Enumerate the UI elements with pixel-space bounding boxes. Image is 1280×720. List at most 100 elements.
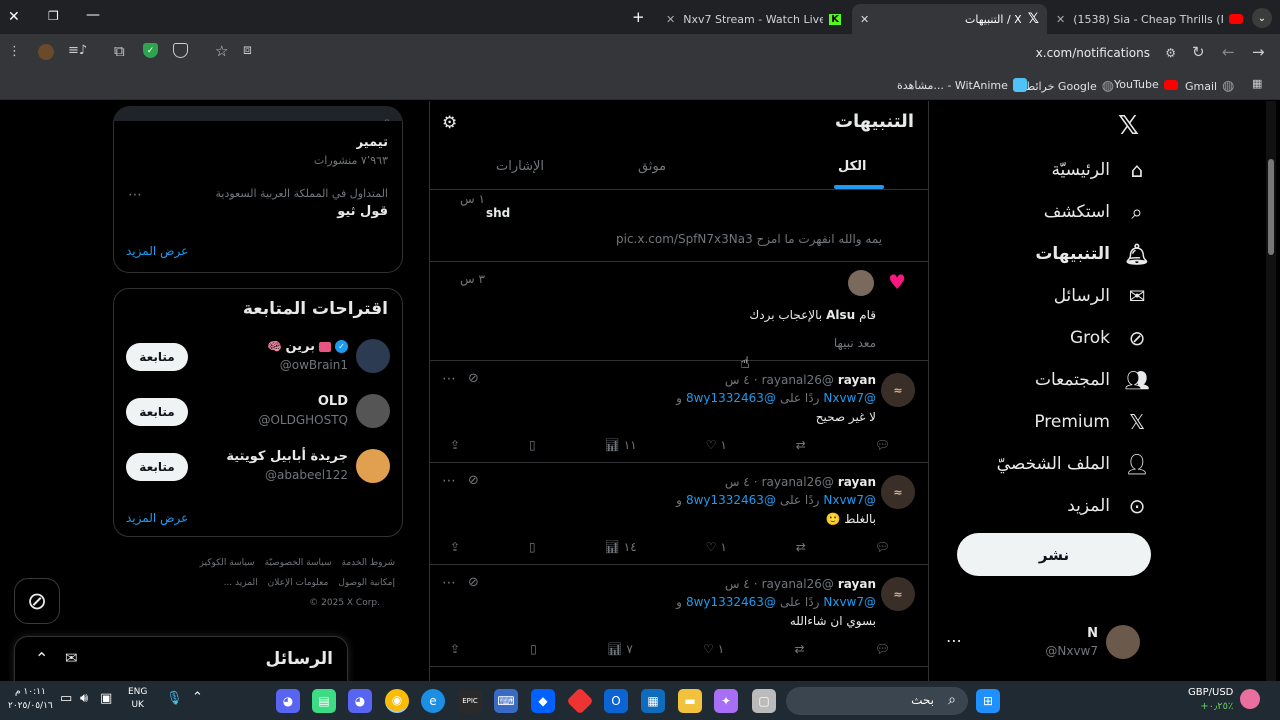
playlist-icon[interactable]: ≡♪ bbox=[68, 43, 87, 58]
more-dots-icon[interactable]: ⋯ bbox=[442, 371, 456, 387]
tab-all[interactable]: الكل bbox=[802, 145, 912, 190]
follow-button[interactable]: متابعة bbox=[126, 398, 188, 426]
follow-button[interactable]: متابعة bbox=[126, 453, 188, 481]
grok-floating-button[interactable]: ⊘ bbox=[14, 578, 60, 624]
app-window-icon[interactable]: ▢ bbox=[752, 689, 776, 713]
grok-icon[interactable]: ⊘ bbox=[468, 473, 479, 488]
url-field[interactable]: x.com/notifications ⚙ bbox=[260, 39, 1190, 67]
footer-link[interactable]: إمكانية الوصول bbox=[338, 573, 395, 593]
restore-window-icon[interactable]: ❐ bbox=[48, 9, 59, 23]
shield-green-icon[interactable]: ✓ bbox=[143, 43, 158, 58]
bookmark-icon[interactable]: ▯ bbox=[529, 438, 536, 452]
trend-name[interactable]: تيمير bbox=[356, 139, 388, 149]
reply-to-link[interactable]: @Nxvw7 bbox=[823, 493, 876, 507]
battery-icon[interactable]: ▭ bbox=[60, 691, 72, 706]
follow-suggestion[interactable]: 🧠︎ برين ✓ @owBrain1 متابعة bbox=[114, 337, 404, 381]
bookmark-icon[interactable]: ▯ bbox=[530, 642, 537, 656]
trend-name[interactable]: قول ثيو bbox=[337, 204, 388, 219]
edge-icon[interactable]: e bbox=[421, 689, 445, 713]
retweet-icon[interactable]: ⇄ bbox=[796, 438, 806, 452]
views-button[interactable]: 📊︎ ١١ bbox=[605, 438, 637, 452]
store-icon[interactable]: ▦ bbox=[641, 689, 665, 713]
close-window-icon[interactable]: ✕ bbox=[8, 9, 20, 25]
outlook-icon[interactable]: O bbox=[604, 689, 628, 713]
nav-grok[interactable]: Grok ⊘ bbox=[1070, 325, 1150, 351]
all-bookmarks-icon[interactable]: ▦ bbox=[1252, 77, 1262, 90]
tab-close-icon[interactable]: ✕ bbox=[666, 13, 675, 26]
tab-x-notifications[interactable]: ✕ التنبيهات / X 𝕏 bbox=[852, 4, 1047, 34]
reply-to-link[interactable]: @8wy1332463 bbox=[686, 595, 776, 609]
file-explorer-icon[interactable]: ▬ bbox=[678, 689, 702, 713]
bookmark-star-icon[interactable]: ☆ bbox=[215, 42, 228, 60]
chrome-icon[interactable]: ◉ bbox=[385, 689, 409, 713]
retweet-icon[interactable]: ⇄ bbox=[796, 540, 806, 554]
settings-gear-icon[interactable]: ⚙ bbox=[442, 113, 457, 133]
like-notification[interactable]: ♥ ٣ س قام Alsu بالإعجاب بردك معد نبيها bbox=[430, 262, 928, 361]
partial-tweet[interactable]: ١ س shd يمه والله انفهرت ما امزح pic.x.c… bbox=[430, 190, 928, 262]
reply-tweet[interactable]: ≈ rayan @rayanal26 · ٤ س @Nxvw7 ردًا على… bbox=[430, 567, 928, 667]
tab-mentions[interactable]: الإشارات bbox=[496, 159, 544, 174]
footer-link[interactable]: شروط الخدمة bbox=[342, 553, 395, 573]
copilot-icon[interactable]: ✦ bbox=[714, 689, 738, 713]
reply-tweet[interactable]: ≈ rayan @rayanal26 · ٤ س @Nxvw7 ردًا على… bbox=[430, 465, 928, 565]
more-dots-icon[interactable]: ⋯ bbox=[128, 187, 142, 203]
expand-up-icon[interactable]: ⌃ bbox=[35, 649, 48, 668]
author-handle[interactable]: @rayanal26 bbox=[762, 373, 834, 387]
reload-icon[interactable]: ↻ bbox=[1192, 43, 1205, 61]
nav-messages[interactable]: الرسائل ✉ bbox=[1054, 283, 1150, 309]
liker-name[interactable]: Alsu bbox=[826, 308, 855, 322]
tab-verified[interactable]: موثق bbox=[638, 159, 666, 174]
new-tab-icon[interactable]: + bbox=[632, 8, 645, 26]
reply-icon[interactable]: 💬︎ bbox=[875, 540, 890, 554]
volume-icon[interactable]: 🔊︎ bbox=[80, 691, 88, 706]
app-red-icon[interactable] bbox=[566, 687, 594, 715]
follow-button[interactable]: متابعة bbox=[126, 343, 188, 371]
more-dots-icon[interactable]: ⋯ bbox=[442, 575, 456, 591]
author-name[interactable]: rayan bbox=[838, 577, 876, 591]
footer-link[interactable]: المزيد ... bbox=[224, 573, 258, 593]
widget-avatar-icon[interactable] bbox=[1240, 689, 1260, 709]
post-button[interactable]: نشر bbox=[957, 533, 1151, 576]
more-dots-icon[interactable]: ⋯ bbox=[442, 473, 456, 489]
views-button[interactable]: 📊︎ ٧ bbox=[607, 642, 633, 656]
reply-to-link[interactable]: @8wy1332463 bbox=[686, 493, 776, 507]
tab-youtube[interactable]: ✕ (1538) Sia - Cheap Thrills (Perfo bbox=[1050, 4, 1245, 34]
bookmark-youtube[interactable]: YouTube bbox=[1114, 78, 1178, 91]
share-icon[interactable]: ⇪ bbox=[450, 642, 460, 656]
nav-more[interactable]: المزيد ⊙ bbox=[1067, 493, 1150, 519]
show-more-link[interactable]: عرض المزيد bbox=[126, 511, 188, 525]
more-dots-icon[interactable]: ⋯ bbox=[946, 631, 962, 650]
follow-suggestion[interactable]: OLD @OLDGHOSTQ متابعة bbox=[114, 392, 404, 436]
extensions-icon[interactable]: ⧉ bbox=[114, 42, 125, 60]
views-button[interactable]: 📊︎ ١٤ bbox=[605, 540, 637, 554]
windows-start-icon[interactable]: ⊞ bbox=[976, 689, 1000, 713]
site-settings-icon[interactable]: ⚙ bbox=[1165, 39, 1176, 67]
nav-explore[interactable]: استكشف ⌕ bbox=[1044, 199, 1150, 225]
network-icon[interactable]: ▣ bbox=[100, 691, 112, 706]
account-switcher[interactable]: ⋯ N @Nxvw7 bbox=[940, 621, 1150, 665]
taskbar-search[interactable]: ⌕ بحث bbox=[786, 687, 968, 715]
messages-drawer[interactable]: الرسائل ⌃ ✉ bbox=[14, 636, 348, 681]
like-button[interactable]: ♡ ١ bbox=[706, 540, 727, 554]
nav-profile[interactable]: الملف الشخصيّ 👤︎ bbox=[997, 451, 1150, 477]
footer-link[interactable]: سياسة الكوكيز bbox=[200, 553, 255, 573]
footer-link[interactable]: سياسة الخصوصيّة bbox=[265, 553, 332, 573]
discord-icon[interactable]: ◕ bbox=[348, 689, 372, 713]
minimize-window-icon[interactable]: — bbox=[86, 7, 100, 23]
discord-icon[interactable]: ◕ bbox=[276, 689, 300, 713]
bookmark-google-maps[interactable]: خرائط Google ◍ bbox=[1025, 78, 1114, 94]
nav-communities[interactable]: المجتمعات 👥︎ bbox=[1035, 367, 1150, 393]
nav-home[interactable]: الرئيسيّة ⌂ bbox=[1051, 157, 1150, 183]
follow-suggestion[interactable]: جريدة أبابيل كويتية @ababeel122 متابعة bbox=[114, 447, 404, 491]
android-app-icon[interactable]: ▤ bbox=[312, 689, 336, 713]
x-logo-icon[interactable]: 𝕏 bbox=[1118, 111, 1139, 141]
install-app-icon[interactable]: ⧈ bbox=[243, 42, 252, 58]
tab-close-icon[interactable]: ✕ bbox=[860, 13, 869, 26]
epic-games-icon[interactable]: EPIC bbox=[458, 689, 482, 713]
reply-to-link[interactable]: @Nxvw7 bbox=[823, 595, 876, 609]
bookmark-gmail[interactable]: Gmail ◍ bbox=[1185, 78, 1234, 94]
reply-icon[interactable]: 💬︎ bbox=[875, 438, 890, 452]
like-button[interactable]: ♡ ١ bbox=[703, 642, 724, 656]
scrollbar-thumb[interactable] bbox=[1268, 159, 1274, 255]
share-icon[interactable]: ⇪ bbox=[450, 438, 460, 452]
